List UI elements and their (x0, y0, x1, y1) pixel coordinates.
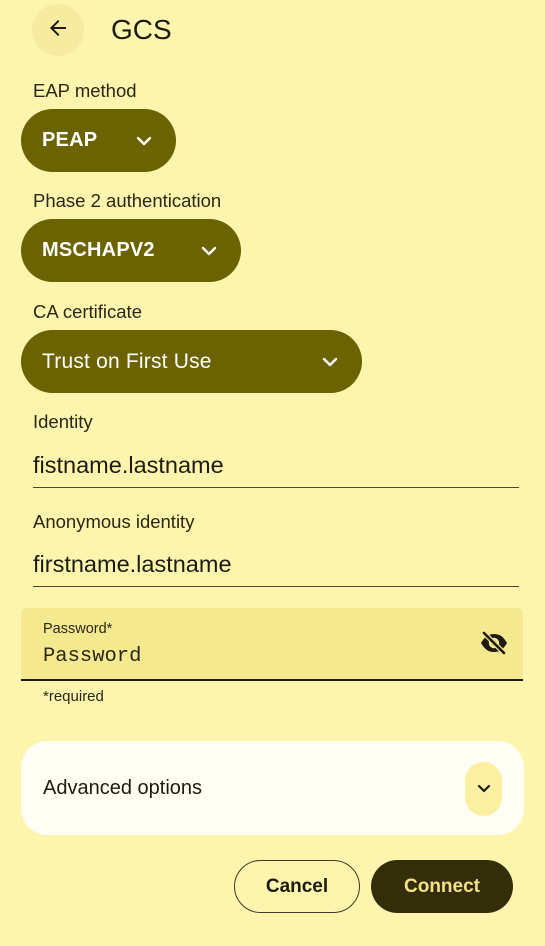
identity-label: Identity (33, 411, 93, 432)
phase2-label: Phase 2 authentication (33, 190, 222, 211)
ca-certificate-dropdown[interactable]: Trust on First Use (21, 330, 362, 393)
arrow-left-icon (46, 16, 70, 45)
page-title: GCS (111, 14, 172, 45)
identity-field[interactable]: fistname.lastname (33, 450, 519, 488)
chevron-down-icon (134, 131, 154, 151)
password-helper-text: *required (43, 688, 104, 705)
phase2-dropdown[interactable]: MSCHAPV2 (21, 219, 241, 282)
anonymous-identity-value: firstname.lastname (33, 551, 232, 577)
chevron-down-icon (320, 352, 340, 372)
anonymous-identity-label: Anonymous identity (33, 511, 195, 532)
eap-method-dropdown[interactable]: PEAP (21, 109, 176, 172)
cancel-button[interactable]: Cancel (234, 860, 360, 913)
connect-button[interactable]: Connect (371, 860, 513, 913)
advanced-options-label: Advanced options (43, 777, 203, 799)
ca-certificate-value: Trust on First Use (42, 349, 212, 373)
wifi-eap-config-screen: GCS EAP method PEAP Phase 2 authenticati… (0, 0, 545, 946)
identity-value: fistname.lastname (33, 452, 224, 478)
eye-off-icon (479, 630, 509, 660)
eap-method-label: EAP method (33, 80, 137, 101)
anonymous-identity-field[interactable]: firstname.lastname (33, 549, 519, 587)
toggle-password-visibility-button[interactable] (479, 630, 509, 660)
chevron-down-icon (477, 780, 491, 798)
advanced-options-card[interactable]: Advanced options (21, 741, 524, 835)
password-field[interactable]: Password* (21, 608, 523, 681)
chevron-down-icon (199, 241, 219, 261)
password-input[interactable] (43, 642, 463, 670)
phase2-value: MSCHAPV2 (42, 239, 155, 261)
back-button[interactable] (32, 4, 84, 56)
ca-certificate-label: CA certificate (33, 301, 142, 322)
password-label: Password* (43, 621, 113, 637)
eap-method-value: PEAP (42, 129, 98, 151)
advanced-options-expand-button[interactable] (465, 762, 502, 816)
